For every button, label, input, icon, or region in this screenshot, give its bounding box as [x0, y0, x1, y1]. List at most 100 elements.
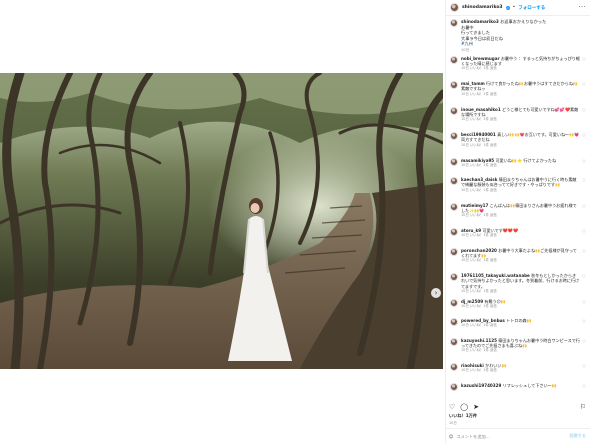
next-image-arrow-icon[interactable]: ›	[431, 288, 441, 298]
share-icon[interactable]: ➤	[473, 403, 479, 411]
post-date: 10日	[449, 421, 457, 425]
comment-item: inoue_masahiko1 どうこ様とても可愛いですね💕💕❤️素敵な場所です…	[450, 106, 586, 131]
caption-meta: 10日	[461, 47, 470, 52]
caption-username[interactable]: shinodamariko3	[461, 19, 499, 24]
avatar[interactable]	[450, 157, 458, 166]
comment-item: nobi_brewmugar お暑中う ：するっと気持ちがちょっぴり軽くなった晴…	[450, 55, 586, 80]
comment-username[interactable]: poronchan2020	[461, 248, 497, 253]
avatar[interactable]	[450, 132, 458, 141]
comment-like-heart-icon[interactable]: ♡	[582, 340, 586, 345]
comment-list: nobi_brewmugar お暑中う ：するっと気持ちがちょっぴり軽くなった晴…	[446, 55, 590, 393]
comment-like-heart-icon[interactable]: ♡	[582, 250, 586, 255]
comment-meta: 10日 いいね！1件 返信	[461, 187, 497, 192]
comment-like-heart-icon[interactable]: ♡	[582, 385, 586, 390]
comment-item: powered_by_bnbus トトロの森🙌 10日 いいね！1件 返信 ♡	[450, 318, 586, 336]
avatar[interactable]	[450, 363, 458, 372]
emoji-icon[interactable]: ☺	[449, 434, 453, 439]
forest-path-photo	[0, 73, 443, 369]
comment-like-heart-icon[interactable]: ♡	[582, 365, 586, 370]
post-media-pane: ›	[0, 0, 445, 443]
add-comment-bar: ☺ 投稿する	[445, 428, 590, 443]
post-side-panel: shinodamariko3 ✓ • フォローする ··· shinodamar…	[445, 0, 590, 443]
comment-item: kaechan3_daisk 篠田まりちゃんはお暑中うに行く時も素敵で綺麗な服装…	[450, 177, 586, 201]
avatar[interactable]	[450, 247, 458, 256]
post-header: shinodamariko3 ✓ • フォローする ···	[446, 0, 590, 16]
caption-hashtag[interactable]: #九州	[461, 41, 586, 47]
comment-meta: 10日 いいね！1件 返信	[461, 117, 497, 122]
comment-item: dj_m2509 有難う😊🙌 10日 いいね！1件 返信 ♡	[450, 298, 586, 317]
comment-like-heart-icon[interactable]: ♡	[582, 134, 586, 139]
comment-item: becci19940001 真しい🙌🙌💗お互いです。可愛いね～🙌💗 両方すてきだ…	[450, 132, 586, 156]
comment-like-heart-icon[interactable]: ♡	[582, 109, 586, 114]
comment-meta: 10日 いいね！1件 返信	[461, 91, 497, 96]
avatar[interactable]	[450, 55, 458, 64]
comment-meta: 10日 いいね！1件 返信	[461, 66, 497, 71]
post-caption: shinodamariko3 お返事おかえりなかった お暑中 行ってきました 大…	[446, 16, 590, 56]
heart-icon[interactable]: ♡	[449, 403, 455, 411]
comment-meta: 10日 いいね！1件 返信	[461, 289, 497, 294]
verified-badge-icon: ✓	[505, 5, 510, 10]
avatar[interactable]	[450, 228, 458, 237]
comment-like-heart-icon[interactable]: ♡	[582, 230, 586, 235]
avatar[interactable]	[450, 202, 458, 211]
comment-item: mai_tamm 行けて良かったね🙌お暑中うはすてきだからね🙌素敵ですねッ 10日…	[450, 81, 586, 105]
comment-username[interactable]: kazushi19740329	[461, 383, 501, 388]
comment-text: トトロの森🙌	[506, 318, 532, 324]
comment-like-heart-icon[interactable]: ♡	[582, 160, 586, 165]
post-photo[interactable]: ›	[0, 73, 443, 369]
separator-dot: •	[512, 5, 516, 10]
comment-item: poronchan2020 お暑中う大事だよね🙌ご先祖様が見守ってくれてます🙌 1…	[450, 247, 586, 272]
comment-username[interactable]: masamikiya95	[461, 158, 494, 163]
comment-like-heart-icon[interactable]: ♡	[582, 320, 586, 325]
avatar[interactable]	[450, 177, 458, 186]
comment-like-heart-icon[interactable]: ♡	[582, 83, 586, 88]
avatar[interactable]	[450, 19, 458, 27]
comment-meta: 10日 いいね！1件 返信	[461, 233, 497, 238]
comment-like-heart-icon[interactable]: ♡	[582, 205, 586, 210]
comment-item: masamikiya95 可愛いね🙌⭐️ 行けてよかったね 10日 いいね！1件 …	[450, 157, 586, 176]
like-count[interactable]: いいね！1万件	[449, 413, 477, 419]
comment-item: kazuyoshi.1125 篠田まりちゃんお暑中う時白ワンピースで行ってきたの…	[450, 337, 586, 362]
comment-item: 19761105_takayuki.watanabe 秋冬もとしかったからきれい…	[450, 273, 586, 297]
comment-username[interactable]: dj_m2509	[461, 299, 483, 304]
comment-meta: 10日 いいね！1件 返信	[461, 348, 497, 353]
avatar[interactable]	[450, 318, 458, 327]
bookmark-icon[interactable]: ⚐	[580, 403, 586, 411]
follow-button[interactable]: フォローする	[518, 5, 545, 11]
comment-username[interactable]: inoue_masahiko1	[461, 107, 501, 112]
comment-meta: 10日 いいね！1件 返信	[461, 213, 497, 218]
comment-like-heart-icon[interactable]: ♡	[582, 179, 586, 184]
comment-meta: 10日 いいね！1件 返信	[461, 162, 497, 167]
comment-like-heart-icon[interactable]: ♡	[582, 275, 586, 280]
comment-item: kazushi19740329 リフレッシュして下さい～🙌 ♡	[450, 382, 586, 393]
comment-input[interactable]	[456, 433, 567, 439]
comment-username[interactable]: mutieimy17	[461, 203, 488, 208]
avatar[interactable]	[450, 81, 458, 90]
comment-item: mutieimy17 こんばんは🙌篠田まりさんお暑中うお疲れ様でした✨🙌💗 10日…	[450, 202, 586, 227]
comment-meta: 10日 いいね！1件 返信	[461, 303, 497, 308]
comment-item: atoru_k9 可愛いです❤️❤️❤️ 10日 いいね！1件 返信 ♡	[450, 228, 586, 246]
avatar[interactable]	[450, 382, 458, 391]
comment-icon[interactable]: ◯	[460, 403, 468, 411]
avatar[interactable]	[450, 298, 458, 307]
comment-meta: 10日 いいね！1件 返信	[461, 258, 497, 263]
comment-text: 可愛いね🙌⭐️ 行けてよかったね	[495, 157, 557, 163]
comment-meta: 10日 いいね！1件 返信	[461, 323, 497, 328]
avatar[interactable]	[450, 3, 459, 12]
comment-like-heart-icon[interactable]: ♡	[582, 301, 586, 306]
comment-text: 有難う😊🙌	[484, 298, 507, 304]
avatar[interactable]	[450, 273, 458, 282]
comment-item: riaohisuki かわいい🙌 10日 いいね！1件 返信 ♡	[450, 363, 586, 381]
post-comment-button[interactable]: 投稿する	[569, 433, 586, 439]
comment-meta: 10日 いいね！1件 返信	[461, 368, 497, 373]
comment-username[interactable]: kazuyoshi.1125	[461, 338, 497, 343]
post-actions-bar: ♡ ◯ ➤ ⚐	[449, 402, 586, 412]
more-options-icon[interactable]: ···	[579, 4, 586, 11]
comment-like-heart-icon[interactable]: ♡	[582, 58, 586, 63]
comment-username[interactable]: nobi_brewmugar	[461, 56, 500, 61]
caption-line: お返事おかえりなかった	[500, 19, 547, 24]
header-username[interactable]: shinodamariko3	[462, 5, 503, 10]
avatar[interactable]	[450, 106, 458, 115]
comment-meta: 10日 いいね！1件 返信	[461, 142, 497, 147]
avatar[interactable]	[450, 337, 458, 346]
